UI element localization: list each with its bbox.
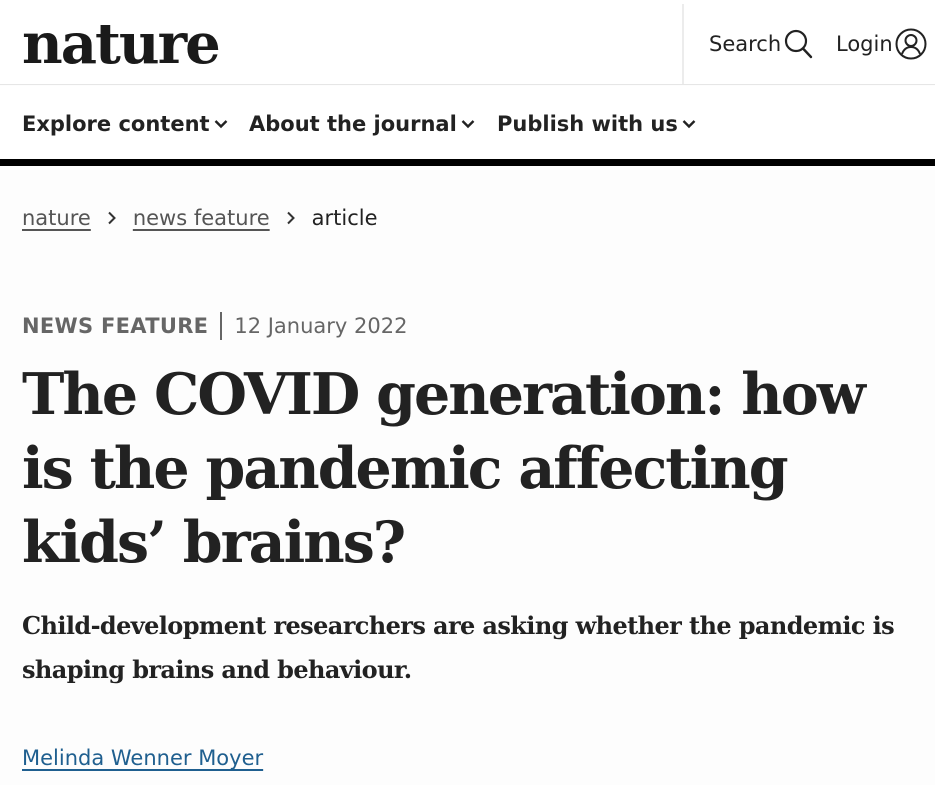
breadcrumb-current: article bbox=[311, 206, 378, 230]
login-button[interactable]: Login bbox=[836, 26, 927, 62]
nav-item-label: About the journal bbox=[249, 112, 457, 136]
search-label: Search bbox=[709, 32, 782, 56]
nav-explore-content[interactable]: Explore content bbox=[22, 112, 228, 136]
user-icon bbox=[895, 28, 927, 60]
site-header: nature Search Login bbox=[0, 0, 935, 85]
nav-publish-with-us[interactable]: Publish with us bbox=[497, 112, 696, 136]
chevron-right-icon bbox=[108, 211, 116, 225]
header-divider bbox=[682, 4, 684, 84]
main-nav: Explore content About the journal Publis… bbox=[0, 86, 935, 166]
author-link[interactable]: Melinda Wenner Moyer bbox=[22, 746, 263, 770]
nav-about-the-journal[interactable]: About the journal bbox=[249, 112, 475, 136]
meta-divider bbox=[220, 312, 223, 340]
nav-item-label: Publish with us bbox=[497, 112, 678, 136]
article-date: 12 January 2022 bbox=[234, 314, 408, 338]
article-type: NEWS FEATURE bbox=[22, 314, 209, 338]
search-button[interactable]: Search bbox=[709, 26, 813, 62]
chevron-down-icon bbox=[461, 120, 475, 129]
chevron-down-icon bbox=[682, 120, 696, 129]
nature-logo[interactable]: nature bbox=[22, 9, 221, 79]
chevron-right-icon bbox=[286, 211, 295, 225]
breadcrumb: nature news feature article bbox=[22, 206, 378, 230]
search-icon bbox=[785, 29, 813, 59]
nav-item-label: Explore content bbox=[22, 112, 210, 136]
chevron-down-icon bbox=[214, 120, 227, 129]
article-meta: NEWS FEATURE 12 January 2022 bbox=[22, 312, 407, 340]
article-standfirst: Child-development researchers are asking… bbox=[22, 611, 895, 684]
breadcrumb-link-nature[interactable]: nature bbox=[22, 206, 91, 230]
breadcrumb-link-news-feature[interactable]: news feature bbox=[133, 206, 270, 230]
login-label: Login bbox=[836, 32, 893, 56]
article-title: The COVID generation: how is the pandemi… bbox=[22, 361, 866, 576]
